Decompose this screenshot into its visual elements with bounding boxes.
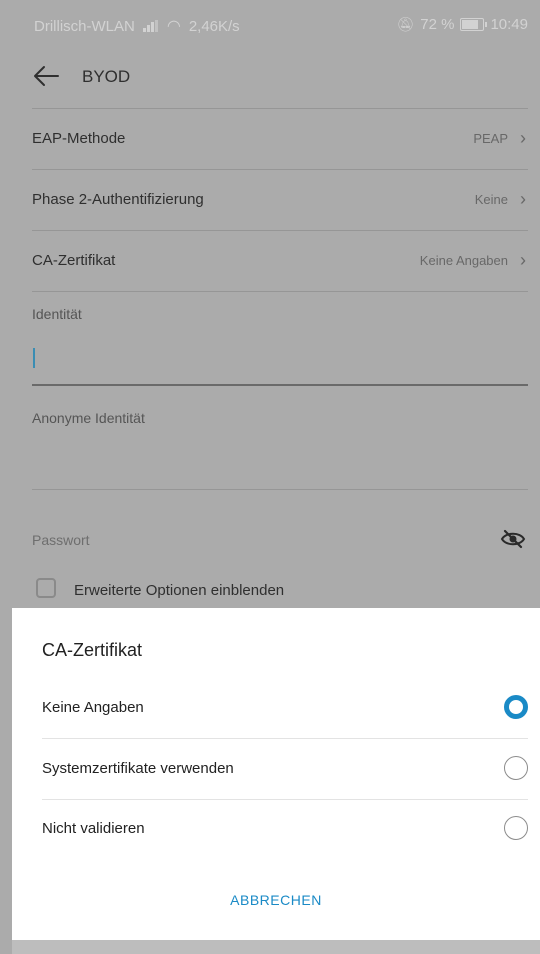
chevron-right-icon: › [520,189,526,209]
mute-icon: 🔕︎ [396,16,415,32]
advanced-options-label[interactable]: Erweiterte Optionen einblenden [74,582,284,599]
chevron-right-icon: › [520,128,526,148]
divider [32,291,528,293]
eap-method-value: PEAP [473,131,508,146]
phase2-auth-row[interactable]: Phase 2-Authentifizierung Keine › [32,169,528,230]
identity-input-cursor[interactable] [33,348,35,368]
toolbar: BYOD [0,50,540,106]
option-nicht-validieren[interactable]: Nicht validieren [42,799,528,859]
navigation-bar [12,940,540,954]
signal-icon [142,20,159,32]
radio-unselected-icon[interactable] [504,816,528,840]
eap-method-row[interactable]: EAP-Methode PEAP › [32,108,528,169]
phase2-auth-label: Phase 2-Authentifizierung [32,191,204,208]
identity-input[interactable] [32,384,528,386]
wifi-icon: ◠ [166,18,181,35]
cancel-button[interactable]: ABBRECHEN [12,892,540,908]
phase2-auth-value: Keine [474,192,508,207]
eap-method-label: EAP-Methode [32,130,126,147]
identity-label: Identität [32,306,82,322]
back-arrow-icon[interactable] [32,62,60,90]
network-speed: 2,46K/s [188,17,240,35]
option-label: Keine Angaben [42,699,144,716]
dialog-title: CA-Zertifikat [42,640,143,660]
ca-certificate-value: Keine Angaben [419,253,508,268]
password-label: Passwort [32,532,90,548]
ca-certificate-label: CA-Zertifikat [32,252,116,269]
anonymous-identity-input[interactable] [32,489,528,490]
visibility-off-icon[interactable] [500,526,526,552]
option-label: Nicht validieren [42,820,145,837]
carrier-name: Drillisch-WLAN [34,17,135,35]
wifi-settings-screen: Drillisch-WLAN ◠ 2,46K/s 🔕︎ 72 % 10:49 B… [0,0,540,608]
clock: 10:49 [490,16,528,33]
chevron-right-icon: › [520,250,526,270]
ca-certificate-row[interactable]: CA-Zertifikat Keine Angaben › [32,230,528,291]
radio-selected-icon[interactable] [504,695,528,719]
option-label: Systemzertifikate verwenden [42,760,234,777]
battery-icon [460,18,488,31]
page-title: BYOD [82,67,131,86]
advanced-options-checkbox[interactable] [36,578,56,598]
status-bar: Drillisch-WLAN ◠ 2,46K/s 🔕︎ 72 % 10:49 [0,0,540,50]
option-keine-angaben[interactable]: Keine Angaben [42,678,528,738]
radio-unselected-icon[interactable] [504,756,528,780]
option-systemzertifikate[interactable]: Systemzertifikate verwenden [42,739,528,799]
anonymous-identity-label: Anonyme Identität [32,410,145,426]
battery-percent: 72 % [420,16,455,33]
ca-certificate-dialog: CA-Zertifikat Keine Angaben Systemzertif… [12,608,540,940]
